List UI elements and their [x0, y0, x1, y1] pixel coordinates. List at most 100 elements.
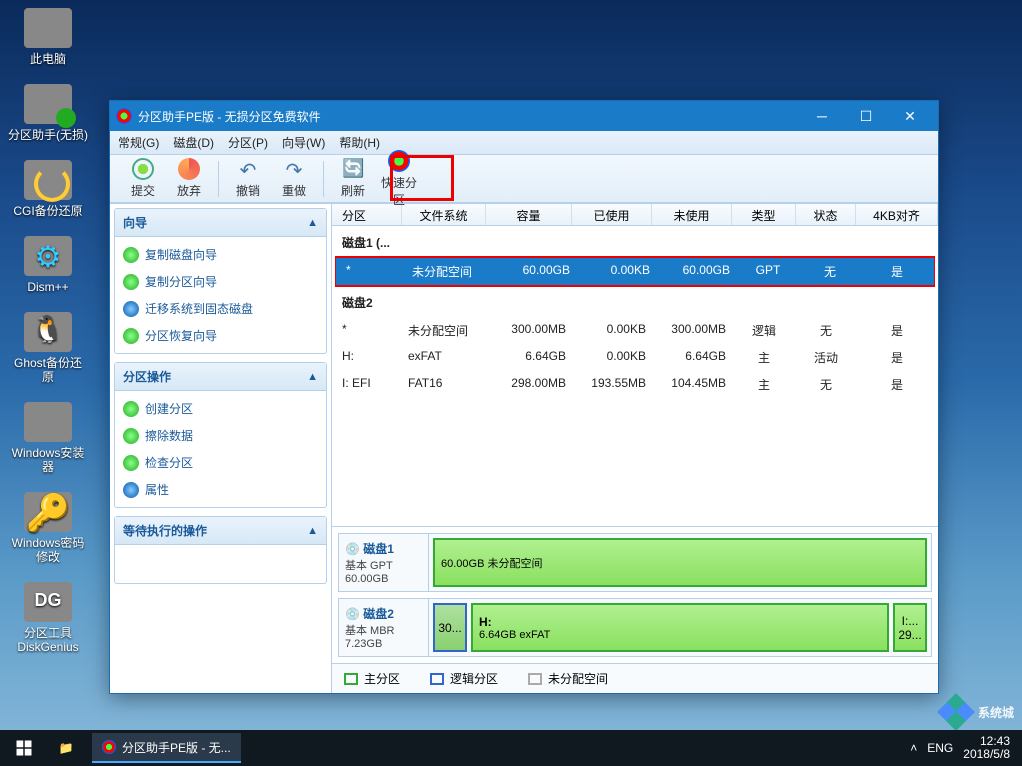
partition-icon [123, 274, 139, 290]
partition-icon [24, 84, 72, 124]
pending-empty [115, 545, 326, 583]
disk2-row3[interactable]: I: EFIFAT16298.00MB193.55MB104.45MB主无是 [332, 371, 938, 398]
desktop-icon-win-password[interactable]: Windows密码修改 [8, 492, 88, 564]
legend-unalloc-swatch [528, 673, 542, 685]
collapse-button[interactable]: ▲ [307, 217, 318, 229]
commit-icon [132, 158, 154, 180]
backup-icon [24, 160, 72, 200]
taskbar-task-app[interactable]: 分区助手PE版 - 无... [92, 733, 241, 763]
desktop-icon-partition-assistant[interactable]: 分区助手(无损) [8, 84, 88, 142]
desktop-icon-dism[interactable]: Dism++ [8, 236, 88, 294]
tool-redo[interactable]: 重做 [271, 158, 317, 199]
tool-abort[interactable]: 放弃 [166, 158, 212, 199]
desktop-icon-diskgenius[interactable]: 分区工具DiskGenius [8, 582, 88, 654]
menu-partition[interactable]: 分区(P) [228, 134, 268, 151]
disk1-row1[interactable]: *未分配空间60.00GB0.00KB60.00GBGPT无是 [336, 258, 934, 285]
legend-primary: 主分区 [364, 670, 400, 687]
erase-icon [123, 428, 139, 444]
panel-wizard: 向导▲ 复制磁盘向导 复制分区向导 迁移系统到固态磁盘 分区恢复向导 [114, 208, 327, 354]
menubar: 常规(G) 磁盘(D) 分区(P) 向导(W) 帮助(H) [110, 131, 938, 155]
col-4k[interactable]: 4KB对齐 [856, 204, 938, 225]
app-window: 分区助手PE版 - 无损分区免费软件 ─ ☐ ✕ 常规(G) 磁盘(D) 分区(… [109, 100, 939, 694]
disk2-row2[interactable]: H:exFAT6.64GB0.00KB6.64GB主活动是 [332, 344, 938, 371]
menu-disk[interactable]: 磁盘(D) [173, 134, 214, 151]
disk-icon [123, 247, 139, 263]
disk2-row1[interactable]: *未分配空间300.00MB0.00KB300.00MB逻辑无是 [332, 317, 938, 344]
legend-logical: 逻辑分区 [450, 670, 498, 687]
info-icon [123, 482, 139, 498]
separator [218, 161, 219, 197]
tool-quick-partition[interactable]: 快速分区 [376, 150, 422, 208]
refresh-icon [342, 158, 364, 180]
col-type[interactable]: 类型 [732, 204, 796, 225]
quick-partition-icon [388, 150, 410, 172]
legend-primary-swatch [344, 673, 358, 685]
close-button[interactable]: ✕ [888, 101, 932, 131]
legend: 主分区 逻辑分区 未分配空间 [332, 663, 938, 693]
tray-clock[interactable]: 12:432018/5/8 [963, 735, 1010, 761]
desktop-icon-this-pc[interactable]: 此电脑 [8, 8, 88, 66]
tool-undo[interactable]: 撤销 [225, 158, 271, 199]
desktop: 此电脑 分区助手(无损) CGI备份还原 Dism++ Ghost备份还原 Wi… [0, 0, 100, 672]
taskbar: 📁 分区助手PE版 - 无... ˄ ENG 12:432018/5/8 [0, 730, 1022, 766]
desktop-icon-win-installer[interactable]: Windows安装器 [8, 402, 88, 474]
panel-pending-title: 等待执行的操作 [123, 522, 207, 539]
legend-logical-swatch [430, 673, 444, 685]
wizard-copy-partition[interactable]: 复制分区向导 [115, 268, 326, 295]
disk1-info: 💿 磁盘1 基本 GPT 60.00GB [339, 534, 429, 591]
op-properties[interactable]: 属性 [115, 476, 326, 503]
ghost-icon [24, 312, 72, 352]
op-check-partition[interactable]: 检查分区 [115, 449, 326, 476]
titlebar[interactable]: 分区助手PE版 - 无损分区免费软件 ─ ☐ ✕ [110, 101, 938, 131]
tray-chevron-icon[interactable]: ˄ [910, 741, 917, 755]
menu-help[interactable]: 帮助(H) [339, 134, 380, 151]
col-capacity[interactable]: 容量 [486, 204, 572, 225]
tray-ime[interactable]: ENG [927, 741, 953, 755]
legend-unalloc: 未分配空间 [548, 670, 608, 687]
abort-icon [178, 158, 200, 180]
maximize-button[interactable]: ☐ [844, 101, 888, 131]
op-create-partition[interactable]: 创建分区 [115, 395, 326, 422]
panel-ops: 分区操作 ▲ 创建分区 擦除数据 检查分区 属性 [114, 362, 327, 508]
disk2-seg2[interactable]: H:6.64GB exFAT [471, 603, 889, 652]
disk2-header[interactable]: 磁盘2 [332, 286, 938, 317]
col-free[interactable]: 未使用 [652, 204, 732, 225]
app-icon [102, 740, 116, 754]
windows-icon [24, 402, 72, 442]
collapse-button[interactable]: ▲ [307, 371, 318, 383]
menu-wizard[interactable]: 向导(W) [282, 134, 325, 151]
panel-ops-title: 分区操作 [123, 368, 171, 385]
minimize-button[interactable]: ─ [800, 101, 844, 131]
diskgenius-icon [24, 582, 72, 622]
tool-refresh[interactable]: 刷新 [330, 158, 376, 199]
disk-bars: 💿 磁盘1 基本 GPT 60.00GB 60.00GB 未分配空间 💿 磁盘2… [332, 526, 938, 693]
disk1-header[interactable]: 磁盘1 (... [332, 226, 938, 257]
column-headers: 分区 文件系统 容量 已使用 未使用 类型 状态 4KB对齐 [332, 204, 938, 226]
menu-general[interactable]: 常规(G) [118, 134, 159, 151]
col-status[interactable]: 状态 [796, 204, 856, 225]
diskbar-2[interactable]: 💿 磁盘2 基本 MBR 7.23GB 30... H:6.64GB exFAT… [338, 598, 932, 657]
desktop-icon-ghost[interactable]: Ghost备份还原 [8, 312, 88, 384]
wizard-migrate-ssd[interactable]: 迁移系统到固态磁盘 [115, 295, 326, 322]
desktop-icon-cgi[interactable]: CGI备份还原 [8, 160, 88, 218]
wizard-copy-disk[interactable]: 复制磁盘向导 [115, 241, 326, 268]
disk2-info: 💿 磁盘2 基本 MBR 7.23GB [339, 599, 429, 656]
start-button[interactable] [4, 730, 44, 766]
watermark: 系统城 [940, 696, 1014, 728]
monitor-icon [24, 8, 72, 48]
col-used[interactable]: 已使用 [572, 204, 652, 225]
system-tray: ˄ ENG 12:432018/5/8 [910, 735, 1018, 761]
taskbar-explorer[interactable]: 📁 [44, 730, 88, 766]
wizard-recover-partition[interactable]: 分区恢复向导 [115, 322, 326, 349]
plus-icon [123, 401, 139, 417]
disk2-seg3[interactable]: I:...29... [893, 603, 927, 652]
disk1-seg-unalloc[interactable]: 60.00GB 未分配空间 [433, 538, 927, 587]
check-icon [123, 455, 139, 471]
op-erase-data[interactable]: 擦除数据 [115, 422, 326, 449]
app-icon [116, 108, 132, 124]
tool-commit[interactable]: 提交 [120, 158, 166, 199]
diskbar-1[interactable]: 💿 磁盘1 基本 GPT 60.00GB 60.00GB 未分配空间 [338, 533, 932, 592]
disk2-seg1[interactable]: 30... [433, 603, 467, 652]
panel-pending: 等待执行的操作 ▲ [114, 516, 327, 584]
collapse-button[interactable]: ▲ [307, 525, 318, 537]
